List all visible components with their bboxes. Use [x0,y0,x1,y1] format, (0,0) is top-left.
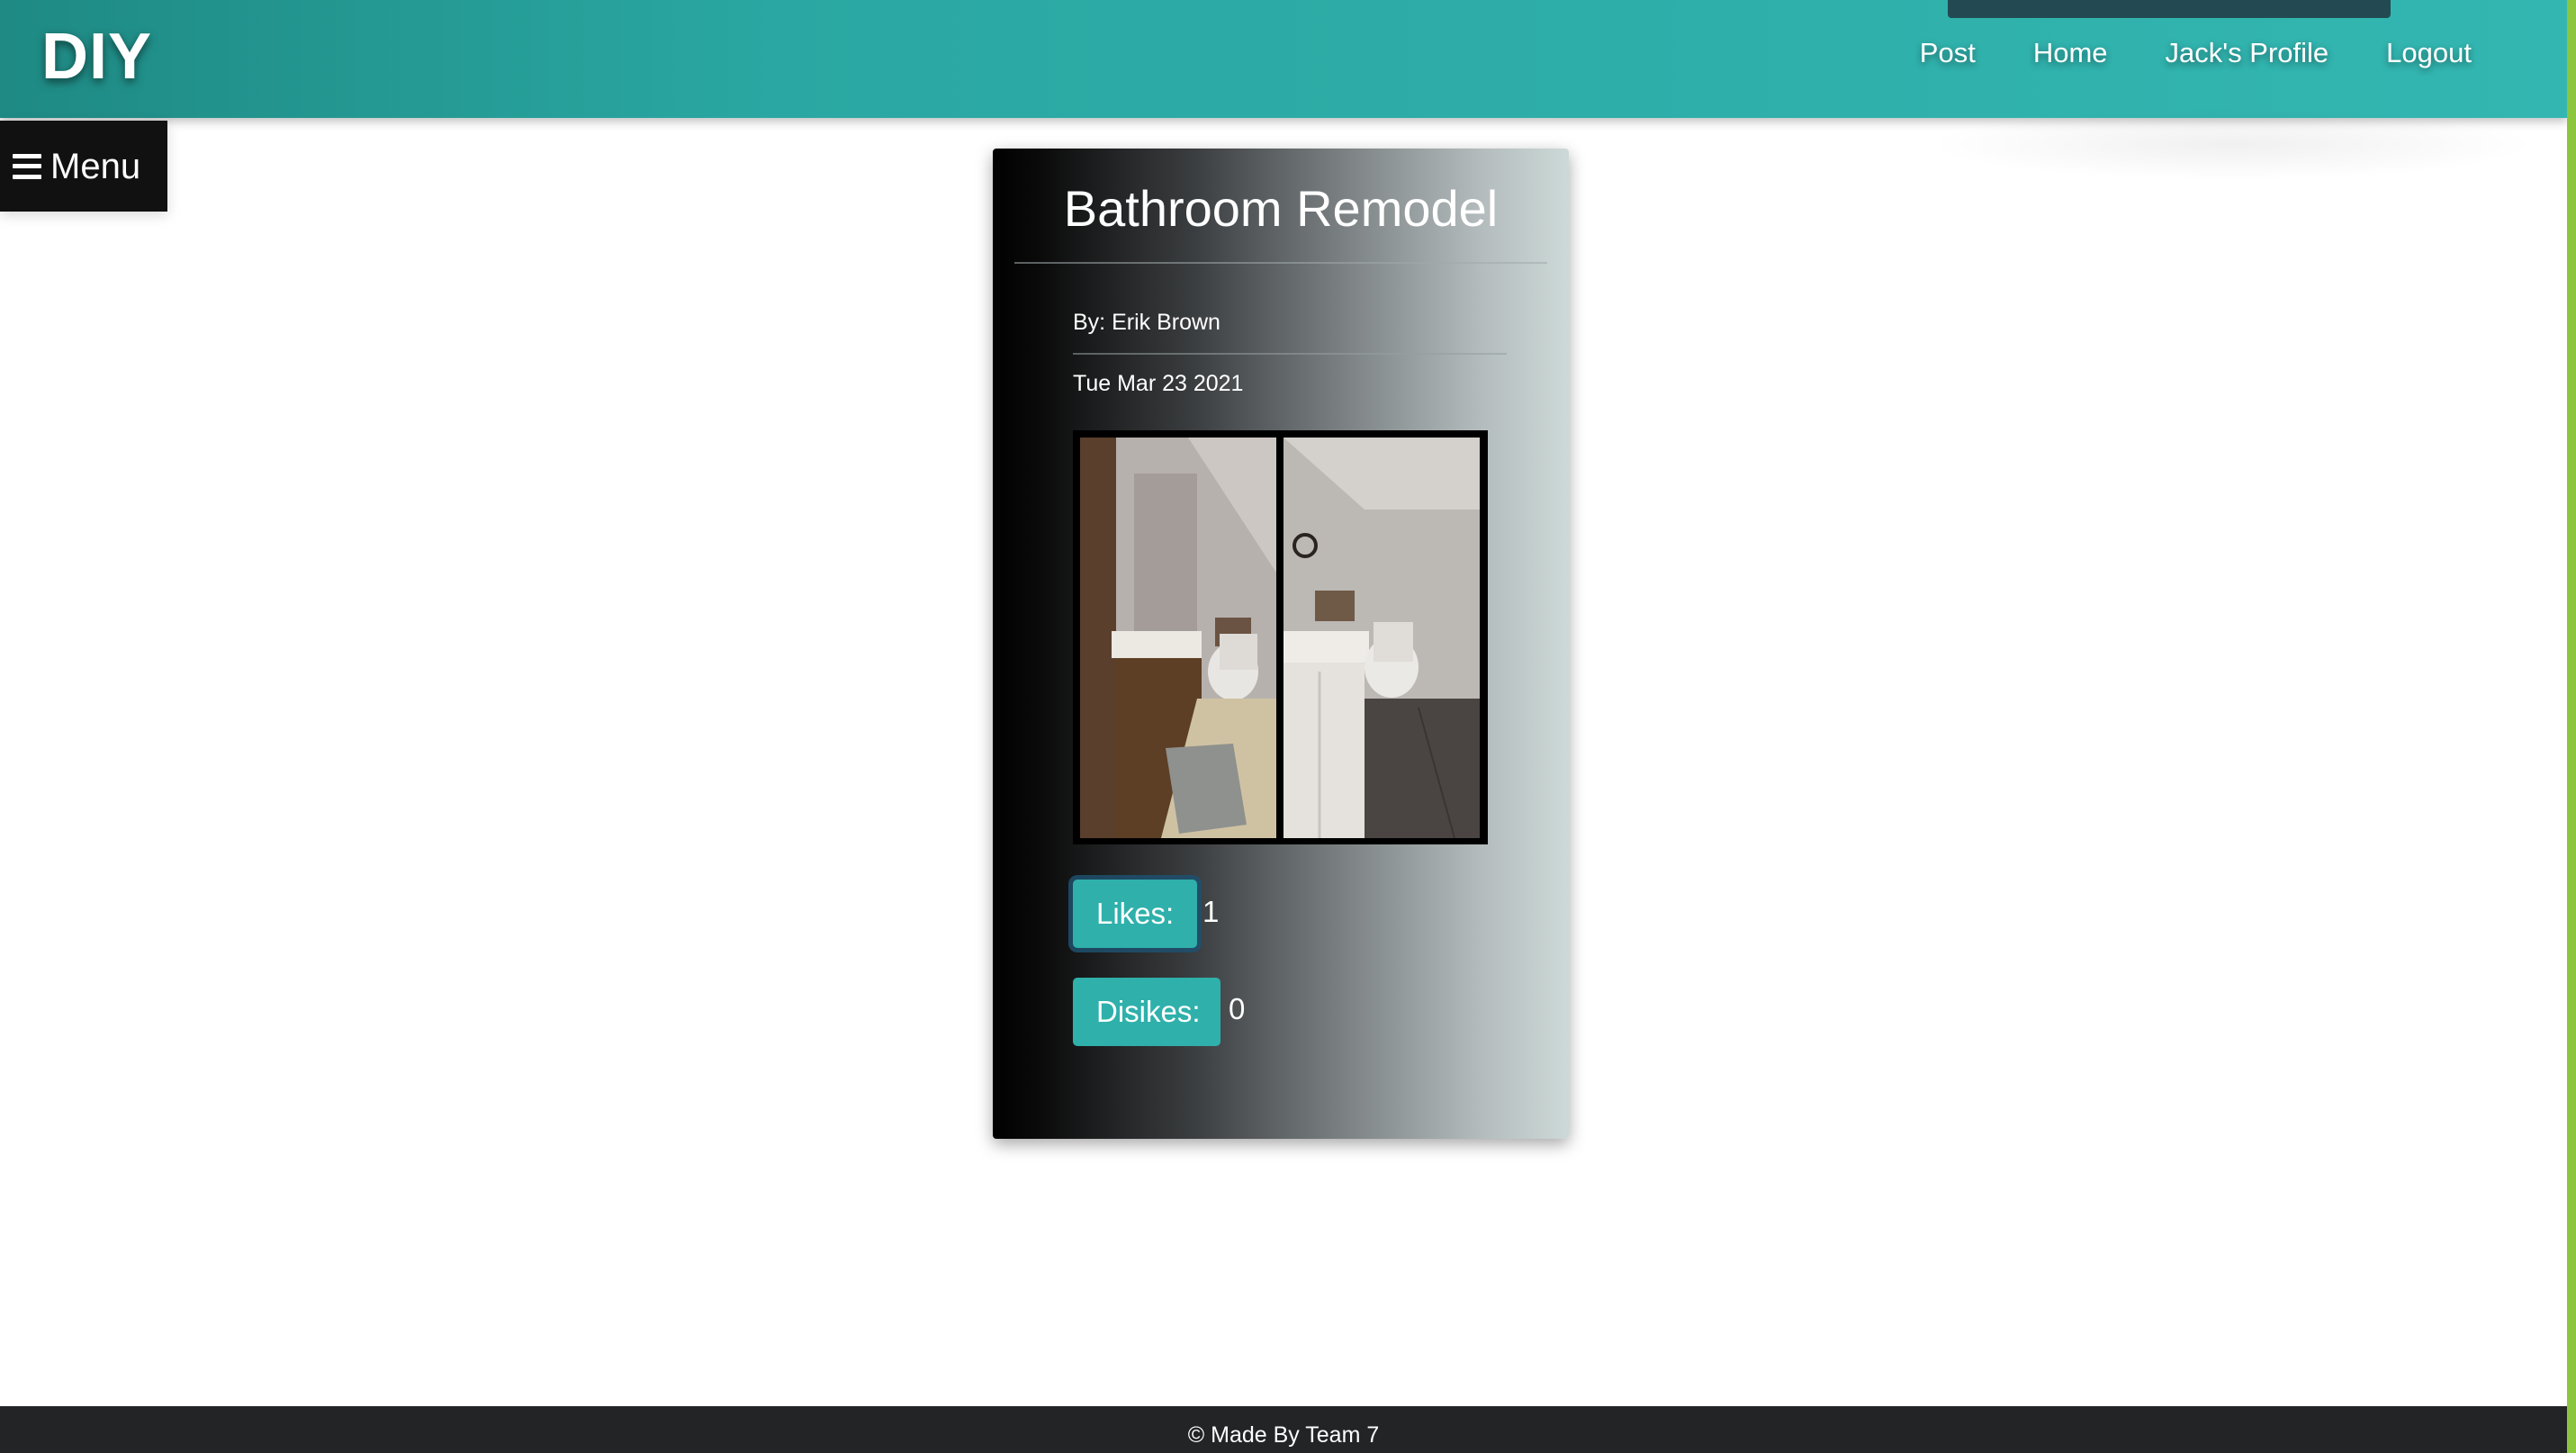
top-navbar: DIY Post Home Jack's Profile Logout [0,0,2567,118]
nav-profile-link[interactable]: Jack's Profile [2166,32,2329,74]
main-nav: Post Home Jack's Profile Logout [1920,32,2472,74]
post-title: Bathroom Remodel [1063,180,1499,237]
dislikes-count: 0 [1229,992,1246,1025]
footer-credit: © Made By Team 7 [1187,1422,1380,1448]
hamburger-icon [13,153,41,179]
nav-home-link[interactable]: Home [2033,32,2108,74]
nav-shadow [1926,108,2538,180]
nav-logout-link[interactable]: Logout [2386,32,2472,74]
nav-post-link[interactable]: Post [1920,32,1976,74]
likes-count: 1 [1202,895,1220,928]
title-divider [1014,262,1547,264]
brand-logo[interactable]: DIY [41,16,152,97]
post-author: By: Erik Brown [1073,310,1220,335]
post-date: Tue Mar 23 2021 [1073,371,1244,396]
likes-button[interactable]: Likes: [1073,880,1197,948]
post-card: Bathroom Remodel By: Erik Brown Tue Mar … [993,149,1569,1139]
before-photo [1080,438,1276,838]
menu-button[interactable]: Menu [0,121,167,212]
page-footer: © Made By Team 7 [0,1406,2567,1453]
top-tab-strip [1948,0,2391,18]
dislikes-button[interactable]: Disikes: [1073,978,1220,1046]
post-image [1073,430,1488,844]
author-divider [1073,353,1507,355]
menu-label: Menu [50,146,141,186]
after-photo [1283,438,1480,838]
right-edge-accent [2567,0,2576,1453]
